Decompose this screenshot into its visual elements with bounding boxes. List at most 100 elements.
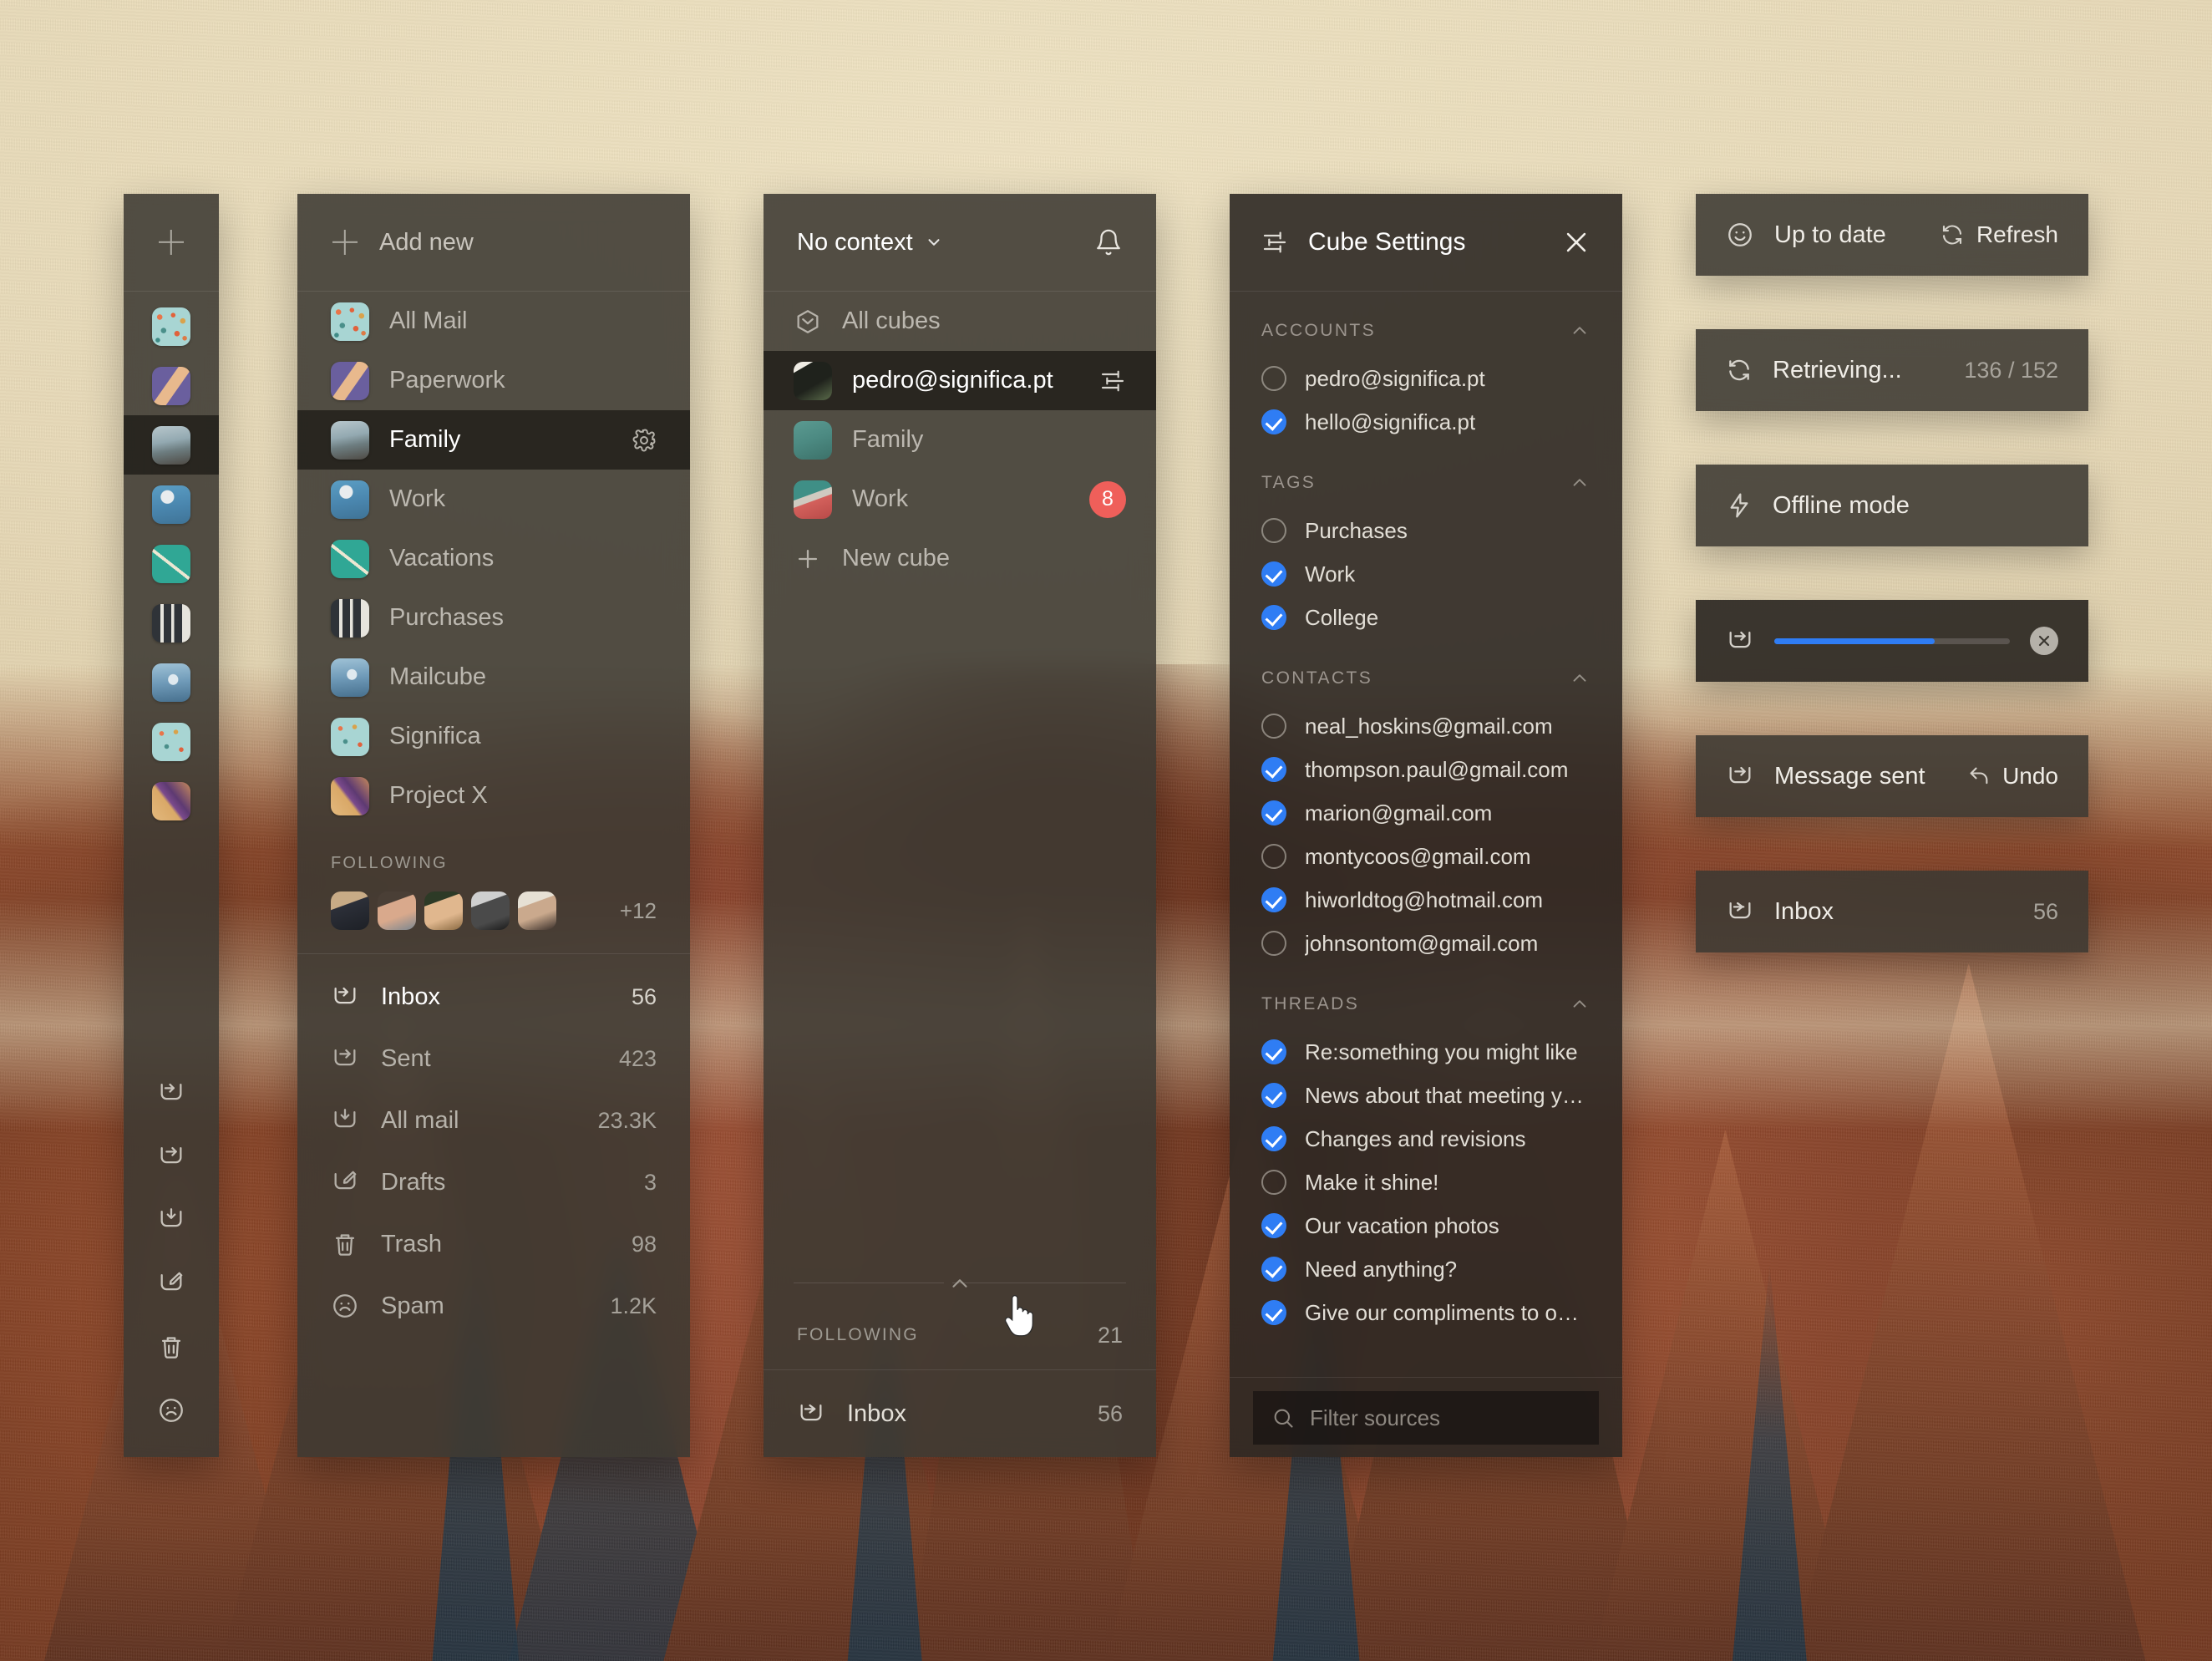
- toast-offline-mode[interactable]: Offline mode: [1696, 465, 2088, 546]
- bell-icon[interactable]: [1094, 228, 1123, 257]
- checkbox-unchecked-icon[interactable]: [1261, 1170, 1286, 1195]
- option-row[interactable]: marion@gmail.com: [1230, 791, 1622, 835]
- rail-item-family[interactable]: [124, 415, 219, 475]
- chevron-up-icon[interactable]: [1569, 472, 1591, 494]
- section-header-contacts[interactable]: CONTACTS: [1230, 639, 1622, 704]
- sliders-icon[interactable]: [1099, 368, 1126, 394]
- toast-sending-progress[interactable]: [1696, 600, 2088, 682]
- rail-item-significa[interactable]: [124, 712, 219, 771]
- section-header-accounts[interactable]: ACCOUNTS: [1230, 292, 1622, 357]
- context-following-row[interactable]: FOLLOWING 21: [764, 1301, 1156, 1369]
- rail-item-vacations[interactable]: [124, 534, 219, 593]
- avatar[interactable]: [424, 891, 463, 930]
- close-circle-icon[interactable]: [2030, 627, 2058, 655]
- context-row-work[interactable]: Work 8: [764, 470, 1156, 529]
- context-row-family[interactable]: Family: [764, 410, 1156, 470]
- chevron-up-icon[interactable]: [1569, 993, 1591, 1015]
- chevron-up-icon[interactable]: [1569, 320, 1591, 342]
- folder-drafts[interactable]: Drafts 3: [297, 1151, 690, 1213]
- rail-drafts-button[interactable]: [124, 1252, 219, 1315]
- option-row[interactable]: Changes and revisions: [1230, 1117, 1622, 1161]
- option-row[interactable]: College: [1230, 596, 1622, 639]
- rail-item-project-x[interactable]: [124, 771, 219, 830]
- gear-icon[interactable]: [632, 428, 657, 453]
- checkbox-unchecked-icon[interactable]: [1261, 844, 1286, 869]
- refresh-button[interactable]: Refresh: [1940, 221, 2058, 248]
- folder-inbox[interactable]: Inbox 56: [297, 966, 690, 1028]
- checkbox-checked-icon[interactable]: [1261, 1126, 1286, 1151]
- checkbox-unchecked-icon[interactable]: [1261, 931, 1286, 956]
- folder-sent[interactable]: Sent 423: [297, 1028, 690, 1090]
- cube-row-project-x[interactable]: Project X: [297, 766, 690, 825]
- checkbox-checked-icon[interactable]: [1261, 800, 1286, 825]
- checkbox-checked-icon[interactable]: [1261, 1039, 1286, 1064]
- folder-all-mail[interactable]: All mail 23.3K: [297, 1090, 690, 1151]
- cube-row-significa[interactable]: Significa: [297, 707, 690, 766]
- option-row[interactable]: hello@significa.pt: [1230, 400, 1622, 444]
- checkbox-checked-icon[interactable]: [1261, 605, 1286, 630]
- rail-spam-button[interactable]: [124, 1379, 219, 1442]
- folder-trash[interactable]: Trash 98: [297, 1213, 690, 1275]
- option-row[interactable]: thompson.paul@gmail.com: [1230, 748, 1622, 791]
- rail-item-all-mail[interactable]: [124, 297, 219, 356]
- context-row-all-cubes[interactable]: All cubes: [764, 292, 1156, 351]
- rail-item-mailcube[interactable]: [124, 653, 219, 712]
- toast-inbox[interactable]: Inbox 56: [1696, 871, 2088, 952]
- checkbox-unchecked-icon[interactable]: [1261, 714, 1286, 739]
- section-header-tags[interactable]: TAGS: [1230, 444, 1622, 509]
- filter-sources-input[interactable]: Filter sources: [1253, 1391, 1599, 1445]
- rail-item-work[interactable]: [124, 475, 219, 534]
- rail-trash-button[interactable]: [124, 1315, 219, 1379]
- checkbox-checked-icon[interactable]: [1261, 1257, 1286, 1282]
- cube-row-mailcube[interactable]: Mailcube: [297, 648, 690, 707]
- undo-button[interactable]: Undo: [1967, 763, 2058, 790]
- chevron-up-icon[interactable]: [1569, 668, 1591, 689]
- rail-all-mail-button[interactable]: [124, 1188, 219, 1252]
- option-row[interactable]: Purchases: [1230, 509, 1622, 552]
- rail-sent-button[interactable]: [124, 1125, 219, 1188]
- avatar[interactable]: [331, 891, 369, 930]
- checkbox-unchecked-icon[interactable]: [1261, 366, 1286, 391]
- close-icon[interactable]: [1562, 228, 1591, 257]
- checkbox-checked-icon[interactable]: [1261, 409, 1286, 434]
- option-row[interactable]: johnsontom@gmail.com: [1230, 922, 1622, 965]
- cube-row-vacations[interactable]: Vacations: [297, 529, 690, 588]
- toast-retrieving[interactable]: Retrieving... 136 / 152: [1696, 329, 2088, 411]
- following-avatars[interactable]: +12: [331, 891, 657, 930]
- rail-item-paperwork[interactable]: [124, 356, 219, 415]
- option-row[interactable]: pedro@significa.pt: [1230, 357, 1622, 400]
- collapse-strip[interactable]: [764, 1264, 1156, 1301]
- option-row[interactable]: montycoos@gmail.com: [1230, 835, 1622, 878]
- option-row[interactable]: News about that meeting you...: [1230, 1074, 1622, 1117]
- option-row[interactable]: Re:something you might like: [1230, 1030, 1622, 1074]
- checkbox-checked-icon[interactable]: [1261, 1083, 1286, 1108]
- checkbox-checked-icon[interactable]: [1261, 561, 1286, 587]
- option-row[interactable]: Work: [1230, 552, 1622, 596]
- cube-row-family[interactable]: Family: [297, 410, 690, 470]
- avatar-overflow-count[interactable]: +12: [620, 898, 657, 924]
- rail-item-purchases[interactable]: [124, 593, 219, 653]
- option-row[interactable]: Our vacation photos: [1230, 1204, 1622, 1247]
- chevron-down-icon[interactable]: [925, 233, 943, 251]
- toast-up-to-date[interactable]: Up to date Refresh: [1696, 194, 2088, 276]
- checkbox-checked-icon[interactable]: [1261, 1300, 1286, 1325]
- context-title[interactable]: No context: [797, 229, 913, 257]
- context-row-new-cube[interactable]: New cube: [764, 529, 1156, 588]
- chevron-up-icon[interactable]: [947, 1271, 972, 1296]
- context-row-pedro-significa-pt[interactable]: pedro@significa.pt: [764, 351, 1156, 410]
- option-row[interactable]: Give our compliments to our b...: [1230, 1291, 1622, 1334]
- cube-row-paperwork[interactable]: Paperwork: [297, 351, 690, 410]
- cube-row-work[interactable]: Work: [297, 470, 690, 529]
- checkbox-checked-icon[interactable]: [1261, 887, 1286, 912]
- avatar[interactable]: [378, 891, 416, 930]
- context-inbox-row[interactable]: Inbox 56: [764, 1370, 1156, 1457]
- avatar[interactable]: [518, 891, 556, 930]
- option-row[interactable]: Need anything?: [1230, 1247, 1622, 1291]
- add-new-button[interactable]: Add new: [297, 194, 690, 291]
- section-header-threads[interactable]: THREADS: [1230, 965, 1622, 1030]
- rail-inbox-button[interactable]: [124, 1061, 219, 1125]
- cube-row-purchases[interactable]: Purchases: [297, 588, 690, 648]
- option-row[interactable]: Make it shine!: [1230, 1161, 1622, 1204]
- folder-spam[interactable]: Spam 1.2K: [297, 1275, 690, 1337]
- checkbox-unchecked-icon[interactable]: [1261, 518, 1286, 543]
